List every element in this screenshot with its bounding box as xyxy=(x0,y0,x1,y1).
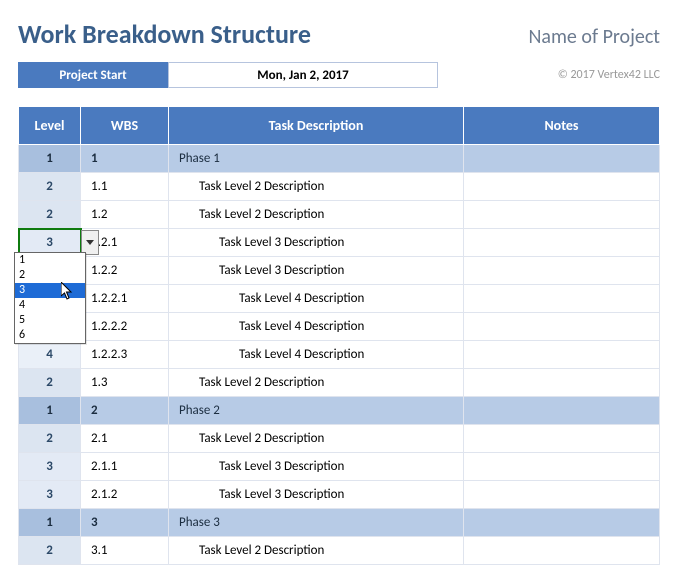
dropdown-option[interactable]: 1 xyxy=(15,253,85,268)
col-task[interactable]: Task Description xyxy=(169,107,464,145)
level-cell[interactable]: 2 xyxy=(19,173,81,201)
level-cell[interactable]: 2 xyxy=(19,425,81,453)
wbs-cell[interactable]: 1.2.2.1 xyxy=(81,285,169,313)
table-row: 21.1Task Level 2 Description xyxy=(19,173,660,201)
wbs-cell[interactable]: 2 xyxy=(81,397,169,425)
task-cell[interactable]: Task Level 2 Description xyxy=(169,201,464,229)
project-start-row: Project Start Mon, Jan 2, 2017 © 2017 Ve… xyxy=(0,62,678,94)
table-row: 32.1.1Task Level 3 Description xyxy=(19,453,660,481)
dropdown-option[interactable]: 3 xyxy=(15,283,85,298)
table-row: 41.2.2.3Task Level 4 Description xyxy=(19,341,660,369)
task-cell[interactable]: Phase 1 xyxy=(169,145,464,173)
wbs-cell[interactable]: 2.1.2 xyxy=(81,481,169,509)
notes-cell[interactable] xyxy=(464,537,660,565)
task-cell[interactable]: Task Level 2 Description xyxy=(169,425,464,453)
wbs-cell[interactable]: 3 xyxy=(81,509,169,537)
table-row: 32.1.2Task Level 3 Description xyxy=(19,481,660,509)
notes-cell[interactable] xyxy=(464,229,660,257)
dropdown-option[interactable]: 2 xyxy=(15,268,85,283)
header: Work Breakdown Structure Name of Project xyxy=(0,0,678,62)
wbs-cell[interactable]: 2.1 xyxy=(81,425,169,453)
task-cell[interactable]: Task Level 2 Description xyxy=(169,537,464,565)
page-title: Work Breakdown Structure xyxy=(18,18,311,50)
project-start-value[interactable]: Mon, Jan 2, 2017 xyxy=(168,62,438,88)
notes-cell[interactable] xyxy=(464,453,660,481)
notes-cell[interactable] xyxy=(464,173,660,201)
dropdown-option[interactable]: 4 xyxy=(15,298,85,313)
level-dropdown-list[interactable]: 123456 xyxy=(14,252,86,344)
wbs-cell[interactable]: 1 xyxy=(81,145,169,173)
notes-cell[interactable] xyxy=(464,397,660,425)
col-wbs[interactable]: WBS xyxy=(81,107,169,145)
wbs-cell[interactable]: 1.1 xyxy=(81,173,169,201)
wbs-table: Level WBS Task Description Notes 11Phase… xyxy=(18,106,660,565)
task-cell[interactable]: Task Level 3 Description xyxy=(169,481,464,509)
task-cell[interactable]: Task Level 3 Description xyxy=(169,257,464,285)
table-row: 41.2.2.2Task Level 4 Description xyxy=(19,313,660,341)
task-cell[interactable]: Task Level 4 Description xyxy=(169,313,464,341)
task-cell[interactable]: Task Level 3 Description xyxy=(169,453,464,481)
project-start-label: Project Start xyxy=(18,62,168,88)
level-cell[interactable]: 4 xyxy=(19,341,81,369)
table-row: 31.2.1Task Level 3 Description xyxy=(19,229,660,257)
table-row: 23.1Task Level 2 Description xyxy=(19,537,660,565)
level-cell[interactable]: 3 xyxy=(19,453,81,481)
col-level[interactable]: Level xyxy=(19,107,81,145)
task-cell[interactable]: Phase 3 xyxy=(169,509,464,537)
col-notes[interactable]: Notes xyxy=(464,107,660,145)
dropdown-option[interactable]: 6 xyxy=(15,328,85,343)
task-cell[interactable]: Task Level 3 Description xyxy=(169,229,464,257)
notes-cell[interactable] xyxy=(464,369,660,397)
table-row: 13Phase 3 xyxy=(19,509,660,537)
level-cell[interactable]: 2 xyxy=(19,537,81,565)
table-row: 12Phase 2 xyxy=(19,397,660,425)
dropdown-option[interactable]: 5 xyxy=(15,313,85,328)
notes-cell[interactable] xyxy=(464,145,660,173)
level-cell[interactable]: 2 xyxy=(19,201,81,229)
level-cell[interactable]: 1 xyxy=(19,509,81,537)
level-cell[interactable]: 1 xyxy=(19,145,81,173)
notes-cell[interactable] xyxy=(464,509,660,537)
table-row: 31.2.2Task Level 3 Description xyxy=(19,257,660,285)
task-cell[interactable]: Task Level 2 Description xyxy=(169,369,464,397)
notes-cell[interactable] xyxy=(464,481,660,509)
copyright: © 2017 Vertex42 LLC xyxy=(558,68,660,82)
wbs-table-wrap: Level WBS Task Description Notes 11Phase… xyxy=(0,94,678,565)
project-name: Name of Project xyxy=(528,25,660,49)
table-row: 21.2Task Level 2 Description xyxy=(19,201,660,229)
wbs-cell[interactable]: 1.2.2.2 xyxy=(81,313,169,341)
task-cell[interactable]: Task Level 4 Description xyxy=(169,285,464,313)
project-start: Project Start Mon, Jan 2, 2017 xyxy=(18,62,438,88)
level-cell[interactable]: 1 xyxy=(19,397,81,425)
wbs-cell[interactable]: 1.2.2 xyxy=(81,257,169,285)
wbs-cell[interactable]: 1.2 xyxy=(81,201,169,229)
notes-cell[interactable] xyxy=(464,313,660,341)
wbs-cell[interactable]: 2.1.1 xyxy=(81,453,169,481)
level-cell[interactable]: 2 xyxy=(19,369,81,397)
notes-cell[interactable] xyxy=(464,425,660,453)
notes-cell[interactable] xyxy=(464,257,660,285)
wbs-tbody: 11Phase 121.1Task Level 2 Description21.… xyxy=(19,145,660,565)
table-row: 41.2.2.1Task Level 4 Description xyxy=(19,285,660,313)
level-cell[interactable]: 3 xyxy=(19,481,81,509)
wbs-cell[interactable]: 1.3 xyxy=(81,369,169,397)
header-row: Level WBS Task Description Notes xyxy=(19,107,660,145)
table-row: 22.1Task Level 2 Description xyxy=(19,425,660,453)
table-row: 11Phase 1 xyxy=(19,145,660,173)
notes-cell[interactable] xyxy=(464,201,660,229)
table-row: 21.3Task Level 2 Description xyxy=(19,369,660,397)
wbs-cell[interactable]: 1.2.2.3 xyxy=(81,341,169,369)
task-cell[interactable]: Task Level 2 Description xyxy=(169,173,464,201)
task-cell[interactable]: Task Level 4 Description xyxy=(169,341,464,369)
wbs-cell[interactable]: 3.1 xyxy=(81,537,169,565)
notes-cell[interactable] xyxy=(464,341,660,369)
task-cell[interactable]: Phase 2 xyxy=(169,397,464,425)
notes-cell[interactable] xyxy=(464,285,660,313)
